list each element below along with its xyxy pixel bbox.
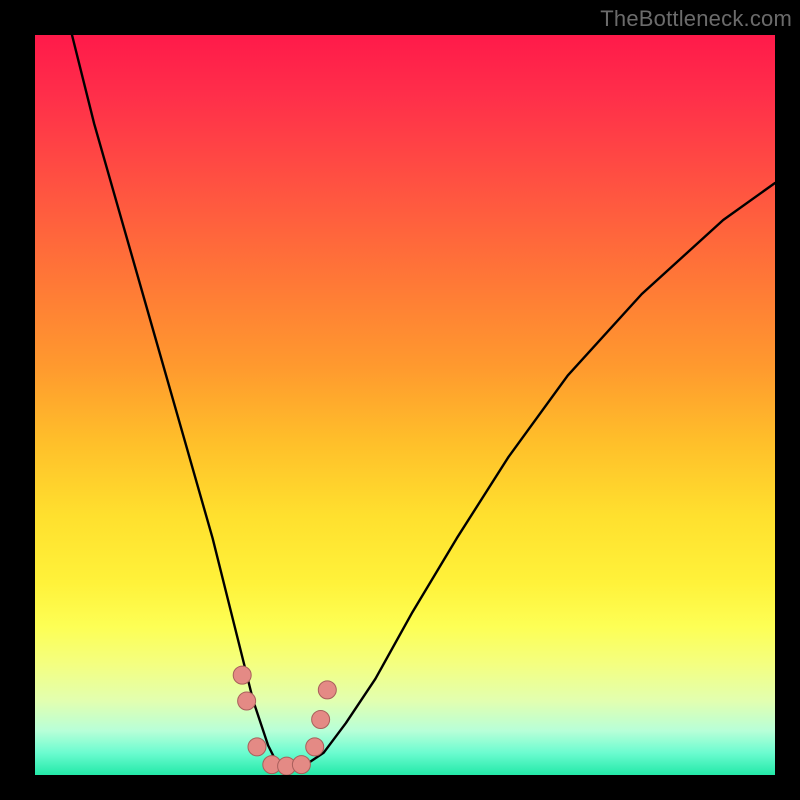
highlight-marker [248,738,266,756]
highlight-marker [306,738,324,756]
highlight-marker [312,711,330,729]
chart-svg [35,35,775,775]
curve-group [72,35,775,768]
highlight-marker [292,756,310,774]
watermark-text: TheBottleneck.com [600,6,792,32]
plot-area [35,35,775,775]
bottleneck-curve [72,35,775,768]
highlight-marker [318,681,336,699]
highlight-marker [238,692,256,710]
chart-frame: TheBottleneck.com [0,0,800,800]
highlight-marker [233,666,251,684]
